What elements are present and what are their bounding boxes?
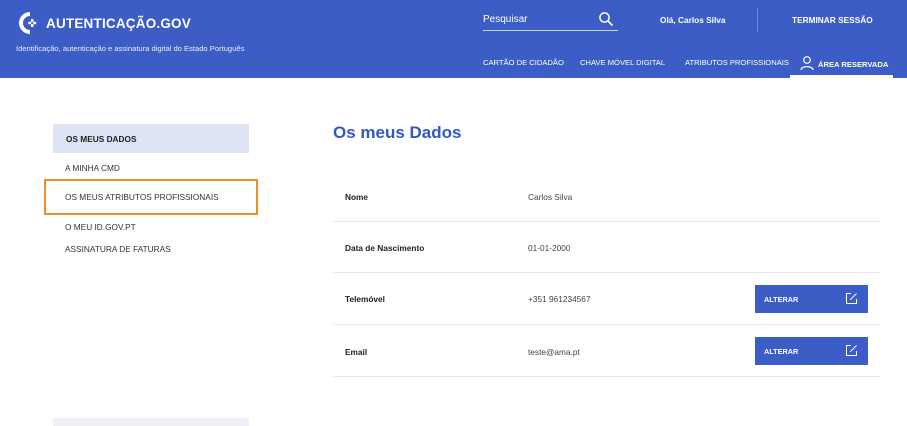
sidebar-item-label: OS MEUS DADOS <box>66 134 137 144</box>
alterar-button-label: ALTERAR <box>764 295 799 304</box>
data-row-email: Email teste@ama.pt ALTERAR <box>333 325 880 377</box>
user-icon <box>800 56 814 71</box>
highlight-box <box>44 179 258 215</box>
top-navigation: CARTÃO DE CIDADÃO CHAVE MÓVEL DIGITAL AT… <box>0 58 907 78</box>
search-box[interactable]: Pesquisar <box>483 9 618 31</box>
alterar-telemovel-button[interactable]: ALTERAR <box>755 285 868 313</box>
sidebar-item-os-meus-dados[interactable]: OS MEUS DADOS <box>53 124 249 153</box>
page-title: Os meus Dados <box>333 123 462 142</box>
search-input[interactable]: Pesquisar <box>483 14 527 25</box>
row-value: +351 961234567 <box>528 294 591 304</box>
nav-chave-movel-digital[interactable]: CHAVE MÓVEL DIGITAL <box>580 58 665 67</box>
site-header: AUTENTICAÇÃO.GOV Identificação, autentic… <box>0 0 907 78</box>
row-value: 01-01-2000 <box>528 243 571 253</box>
nav-area-reservada[interactable]: ÁREA RESERVADA <box>790 53 893 78</box>
site-tagline: Identificação, autenticação e assinatura… <box>16 44 245 53</box>
search-icon[interactable] <box>598 11 614 27</box>
sidebar-bottom-panel <box>53 418 249 426</box>
sidebar-item-assinatura-faturas[interactable]: ASSINATURA DE FATURAS <box>65 244 171 254</box>
edit-icon <box>846 345 857 356</box>
row-value: teste@ama.pt <box>528 347 580 357</box>
row-label: Data de Nascimento <box>345 243 425 253</box>
data-row-nome: Nome Carlos Silva <box>333 170 880 222</box>
user-greeting: Olá, Carlos Silva <box>660 15 726 25</box>
row-value: Carlos Silva <box>528 192 573 202</box>
row-label: Email <box>345 347 368 357</box>
brand-name: AUTENTICAÇÃO.GOV <box>46 15 191 31</box>
brand-logo[interactable]: AUTENTICAÇÃO.GOV <box>16 11 191 35</box>
nav-area-reservada-label: ÁREA RESERVADA <box>818 60 889 69</box>
sidebar-item-id-gov-pt[interactable]: O MEU ID.GOV.PT <box>65 222 136 232</box>
data-row-data-nascimento: Data de Nascimento 01-01-2000 <box>333 222 880 273</box>
sidebar-item-minha-cmd[interactable]: A MINHA CMD <box>65 163 120 173</box>
header-divider <box>757 8 758 32</box>
logout-button[interactable]: TERMINAR SESSÃO <box>792 15 873 25</box>
alterar-email-button[interactable]: ALTERAR <box>755 337 868 365</box>
nav-atributos-profissionais[interactable]: ATRIBUTOS PROFISSIONAIS <box>685 58 789 67</box>
row-label: Nome <box>345 192 369 202</box>
alterar-button-label: ALTERAR <box>764 347 799 356</box>
data-row-telemovel: Telemóvel +351 961234567 ALTERAR <box>333 273 880 325</box>
row-label: Telemóvel <box>345 294 385 304</box>
logo-icon <box>19 12 37 34</box>
nav-cartao-cidadao[interactable]: CARTÃO DE CIDADÃO <box>483 58 564 67</box>
edit-icon <box>846 293 857 304</box>
